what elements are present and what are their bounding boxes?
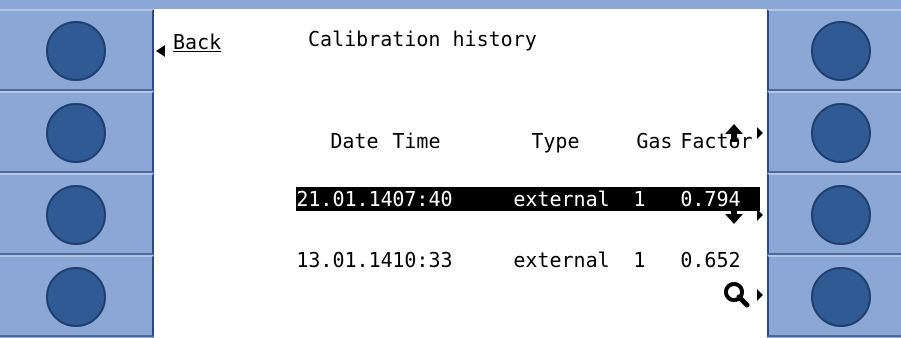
cell-gas: 1 — [633, 248, 646, 272]
zoom-indicator[interactable] — [717, 280, 767, 310]
right-softkey-1[interactable] — [767, 9, 901, 91]
back-button[interactable]: Back — [156, 27, 221, 57]
arrow-up-icon — [725, 124, 763, 142]
cell-time: 10:33 — [392, 248, 453, 272]
right-softkey-2[interactable] — [767, 91, 901, 173]
cell-date: 21.01.14 — [296, 187, 393, 211]
table-row[interactable]: 13.01.1410:33 external 1 0.652 — [200, 230, 760, 270]
left-softkey-1[interactable] — [0, 9, 154, 91]
right-button-column — [767, 0, 901, 338]
softkey-knob — [811, 103, 871, 163]
back-arrow-icon — [156, 45, 165, 57]
col-date: Date — [330, 129, 379, 153]
back-label: Back — [173, 32, 221, 52]
arrow-down-icon — [725, 206, 763, 224]
right-softkey-3[interactable] — [767, 173, 901, 255]
cell-type: external — [513, 248, 610, 272]
table-header: Date Time Type Gas Factor — [200, 111, 760, 151]
left-softkey-2[interactable] — [0, 91, 154, 173]
device-frame: Back Calibration history Date Time Type Gas… — [0, 0, 901, 338]
magnifier-icon — [724, 282, 763, 308]
softkey-knob — [811, 185, 871, 245]
softkey-knob — [811, 267, 871, 327]
right-softkey-4[interactable] — [767, 255, 901, 337]
calibration-table: Date Time Type Gas Factor 21.01.1407:40 exter… — [200, 71, 761, 291]
softkey-knob — [46, 185, 106, 245]
col-type: Type — [531, 129, 580, 153]
cell-date: 13.01.14 — [296, 248, 393, 272]
lcd-screen: Back Calibration history Date Time Type Gas… — [154, 9, 767, 338]
col-time: Time — [392, 129, 441, 153]
cell-type: external — [513, 187, 610, 211]
cell-factor: 0.652 — [680, 248, 741, 272]
row-highlight: 21.01.1407:40 external 1 0.794 — [296, 187, 761, 211]
left-softkey-4[interactable] — [0, 255, 154, 337]
softkey-knob — [811, 21, 871, 81]
softkey-knob — [46, 103, 106, 163]
softkey-knob — [46, 267, 106, 327]
page-title: Calibration history — [308, 27, 537, 51]
scroll-down-indicator[interactable] — [717, 200, 767, 230]
col-gas: Gas — [636, 129, 673, 153]
back-label-rest: ack — [185, 30, 222, 54]
scroll-up-indicator[interactable] — [717, 118, 767, 148]
left-button-column — [0, 0, 154, 338]
cell-time: 07:40 — [392, 187, 453, 211]
back-label-hotkey: B — [173, 30, 186, 54]
left-softkey-3[interactable] — [0, 173, 154, 255]
cell-gas: 1 — [633, 187, 646, 211]
softkey-knob — [46, 21, 106, 81]
table-row-selected[interactable]: 21.01.1407:40 external 1 0.794 — [200, 169, 761, 211]
